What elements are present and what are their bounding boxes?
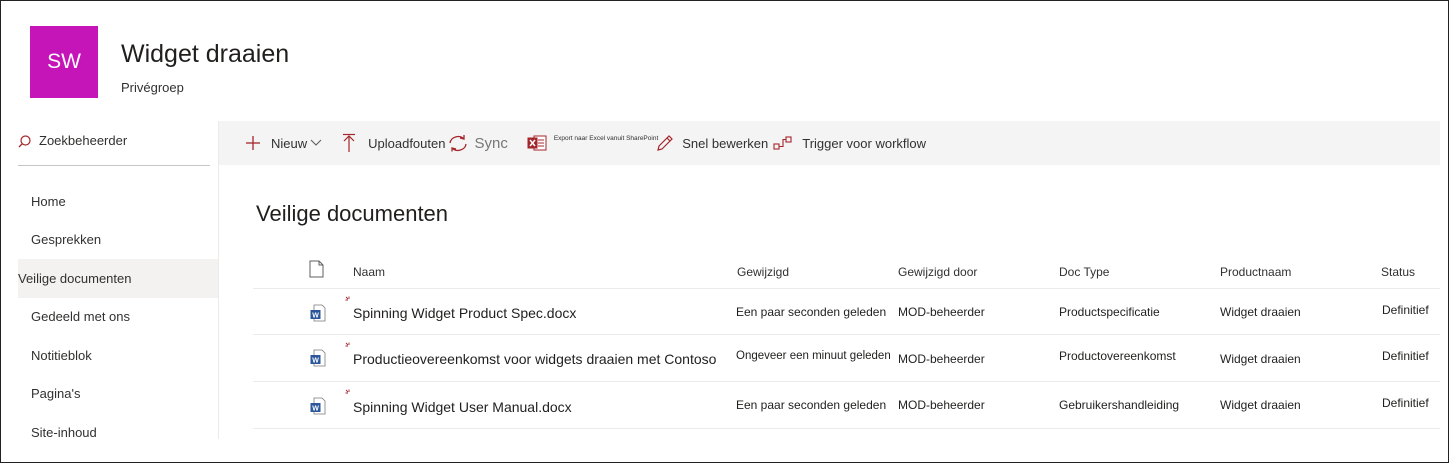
file-name-link[interactable]: Spinning Widget Product Spec.docx	[353, 305, 576, 321]
sync-label: Sync	[474, 134, 508, 152]
modified-cell: Een paar seconden geleden	[736, 398, 887, 412]
doc-type-cell: Gebruikershandleiding	[1059, 398, 1180, 412]
new-button[interactable]: Nieuw	[245, 135, 322, 151]
left-nav: Home Gesprekken Veilige documenten Gedee…	[18, 182, 218, 452]
modified-cell: Een paar seconden geleden	[736, 305, 887, 319]
new-item-indicator-icon	[345, 342, 350, 347]
header-divider	[253, 288, 1440, 289]
file-name-link[interactable]: Productieovereenkomst voor widgets draai…	[353, 351, 716, 367]
file-name-link[interactable]: Spinning Widget User Manual.docx	[353, 399, 572, 415]
plus-icon	[246, 136, 260, 150]
modified-cell: Ongeveer een minuut geleden	[736, 350, 891, 362]
doc-type-cell: Productovereenkomst	[1059, 349, 1176, 363]
doc-type-cell: Productspecificatie	[1059, 305, 1160, 319]
quick-edit-button[interactable]: Snel bewerken	[656, 134, 768, 152]
nav-item-shared-with-us[interactable]: Gedeeld met ons	[18, 298, 218, 337]
upload-arrow-icon	[343, 133, 356, 152]
nav-item-secure-documents[interactable]: Veilige documenten	[18, 259, 218, 298]
site-logo[interactable]: SW	[30, 26, 98, 98]
column-header-status[interactable]: Status	[1381, 265, 1415, 279]
column-header-name[interactable]: Naam	[353, 265, 385, 279]
product-cell: Widget draaien	[1220, 398, 1301, 412]
document-icon[interactable]	[309, 260, 324, 278]
pencil-icon	[657, 135, 674, 151]
nav-item-notebook[interactable]: Notitieblok	[18, 336, 218, 375]
nav-item-label: Pagina's	[31, 386, 81, 402]
word-file-icon: W	[310, 304, 326, 322]
nav-item-label: Notitieblok	[31, 347, 92, 363]
nav-item-home[interactable]: Home	[18, 182, 218, 221]
sync-button[interactable]: Sync	[447, 134, 508, 152]
word-file-icon: W	[310, 349, 326, 367]
sync-icon	[449, 135, 468, 152]
column-header-product[interactable]: Productnaam	[1220, 265, 1291, 279]
nav-item-label: Gesprekken	[31, 232, 102, 248]
svg-text:W: W	[312, 406, 319, 413]
site-subtitle: Privégroep	[121, 80, 184, 95]
search-icon	[18, 135, 31, 148]
nav-item-site-contents[interactable]: Site-inhoud	[18, 413, 218, 452]
nav-item-pages[interactable]: Pagina's	[18, 375, 218, 414]
upload-label: Uploadfouten	[368, 135, 446, 151]
modified-by-cell[interactable]: MOD-beheerder	[898, 305, 985, 319]
trigger-flow-label: Trigger voor workflow	[802, 135, 927, 151]
modified-by-cell[interactable]: MOD-beheerder	[898, 352, 985, 366]
svg-text:W: W	[312, 313, 319, 320]
status-cell: Definitief	[1382, 303, 1429, 317]
row-divider	[253, 334, 1440, 335]
nav-item-conversations[interactable]: Gesprekken	[18, 221, 218, 260]
column-header-doc-type[interactable]: Doc Type	[1059, 265, 1109, 279]
chevron-down-icon	[310, 139, 322, 146]
nav-divider	[218, 121, 219, 439]
new-item-indicator-icon	[345, 389, 350, 394]
excel-icon	[527, 135, 547, 151]
new-item-indicator-icon	[345, 296, 350, 301]
nav-item-label: Veilige documenten	[18, 270, 132, 286]
export-label: Export naar Excel vanuit SharePoint	[553, 134, 659, 142]
trigger-flow-button[interactable]: Trigger voor workflow	[773, 135, 926, 151]
word-file-icon: W	[310, 397, 326, 415]
search-box[interactable]: Zoekbeheerder	[18, 130, 210, 166]
product-cell: Widget draaien	[1220, 305, 1301, 319]
new-label: Nieuw	[271, 135, 308, 151]
nav-item-label: Home	[31, 193, 66, 209]
status-cell: Definitief	[1382, 396, 1429, 410]
library-title: Veilige documenten	[256, 201, 449, 226]
command-bar: Nieuw Uploadfouten Sync Export naar Exce…	[219, 121, 1440, 165]
search-label: Zoekbeheerder	[39, 133, 128, 148]
product-cell: Widget draaien	[1220, 352, 1301, 366]
row-divider	[253, 428, 1440, 429]
site-title[interactable]: Widget draaien	[121, 40, 289, 69]
nav-item-label: Site-inhoud	[31, 424, 97, 440]
svg-text:W: W	[312, 358, 319, 365]
nav-item-label: Gedeeld met ons	[31, 309, 131, 325]
row-divider	[253, 381, 1440, 382]
column-header-modified-by[interactable]: Gewijzigd door	[898, 265, 977, 279]
site-logo-initials: SW	[47, 50, 81, 73]
upload-button[interactable]: Uploadfouten	[342, 133, 445, 153]
export-excel-button[interactable]: Export naar Excel vanuit SharePoint	[527, 134, 658, 152]
column-header-modified[interactable]: Gewijzigd	[737, 265, 789, 279]
status-cell: Definitief	[1382, 349, 1429, 363]
modified-by-cell[interactable]: MOD-beheerder	[898, 398, 985, 412]
quick-edit-label: Snel bewerken	[682, 135, 769, 151]
flow-icon	[773, 136, 792, 150]
